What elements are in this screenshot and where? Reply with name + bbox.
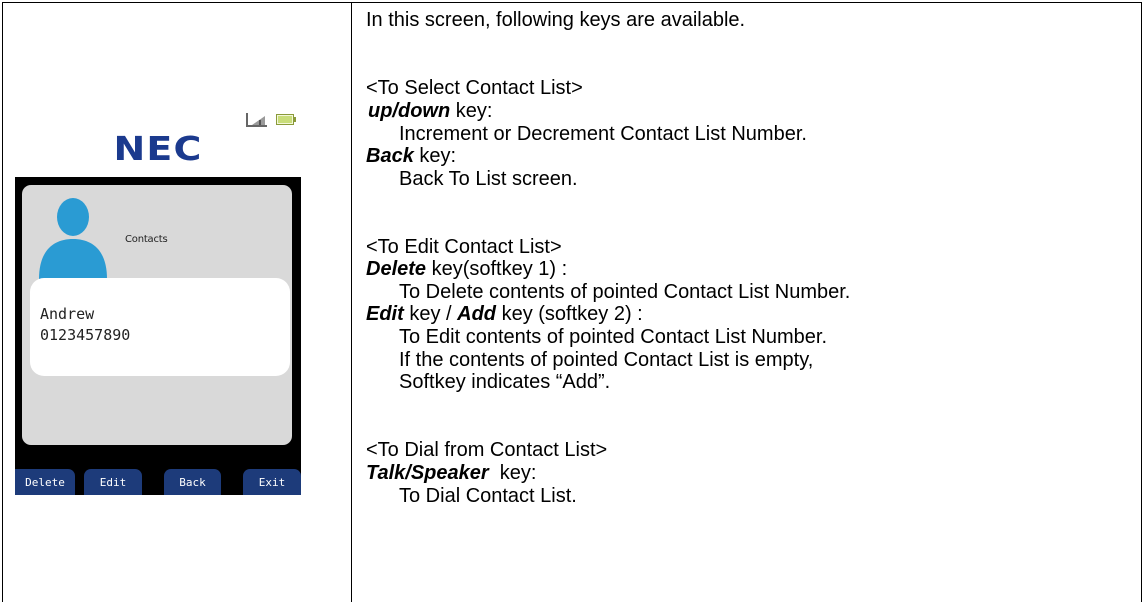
panel-title: Contacts xyxy=(125,234,168,245)
back-softkey[interactable]: Back xyxy=(164,469,221,495)
delete-key-suffix: key(softkey 1) : xyxy=(426,258,568,280)
back-description: Back To List screen. xyxy=(399,168,578,190)
delete-key-line: Delete key(softkey 1) : xyxy=(366,258,567,280)
signal-icon xyxy=(246,113,267,127)
contact-number: 0123457890 xyxy=(40,326,131,344)
dial-heading: <To Dial from Contact List> xyxy=(366,439,608,461)
updown-key-suffix: key: xyxy=(450,100,493,122)
back-key-line: Back key: xyxy=(366,145,456,167)
updown-key-line: up/down key: xyxy=(368,100,492,122)
battery-icon xyxy=(276,114,296,125)
add-key-suffix: key (softkey 2) : xyxy=(496,303,643,325)
delete-key: Delete xyxy=(366,258,427,280)
talk-key-line: Talk/Speaker key: xyxy=(366,462,536,484)
updown-key: up/down xyxy=(368,100,451,122)
edit-key-mid: key / xyxy=(403,303,458,325)
talk-description: To Dial Contact List. xyxy=(399,485,577,507)
edit-description-1: To Edit contents of pointed Contact List… xyxy=(399,326,828,348)
edit-heading: <To Edit Contact List> xyxy=(366,236,562,258)
talk-key-suffix: key: xyxy=(488,462,537,484)
back-key-suffix: key: xyxy=(413,145,457,167)
edit-softkey[interactable]: Edit xyxy=(84,469,142,495)
delete-softkey[interactable]: Delete xyxy=(15,469,75,495)
talk-speaker-key: Talk/Speaker xyxy=(366,462,489,484)
contact-card[interactable]: Andrew 0123457890 xyxy=(30,278,290,376)
add-key: Add xyxy=(457,303,497,325)
edit-add-key-line: Edit key / Add key (softkey 2) : xyxy=(366,303,643,325)
contact-avatar-icon xyxy=(39,198,107,279)
edit-description-3: Softkey indicates “Add”. xyxy=(399,371,611,393)
edit-key: Edit xyxy=(366,303,404,325)
edit-description-2: If the contents of pointed Contact List … xyxy=(399,349,814,371)
intro-text: In this screen, following keys are avail… xyxy=(366,9,746,31)
column-divider xyxy=(351,3,352,602)
softkey-bar: Delete Edit Back Exit xyxy=(15,469,301,495)
back-key: Back xyxy=(366,145,414,167)
phone-header: NEC xyxy=(15,99,301,177)
exit-softkey[interactable]: Exit xyxy=(243,469,301,495)
contact-name: Andrew xyxy=(40,305,95,323)
phone-screenshot: NEC Contacts Andrew 0123457890 Delete Ed… xyxy=(15,99,301,495)
delete-description: To Delete contents of pointed Contact Li… xyxy=(399,281,851,303)
contacts-panel: Contacts Andrew 0123457890 xyxy=(22,185,292,445)
brand-logo: NEC xyxy=(113,129,203,168)
select-heading: <To Select Contact List> xyxy=(366,77,583,99)
updown-description: Increment or Decrement Contact List Numb… xyxy=(399,123,807,145)
